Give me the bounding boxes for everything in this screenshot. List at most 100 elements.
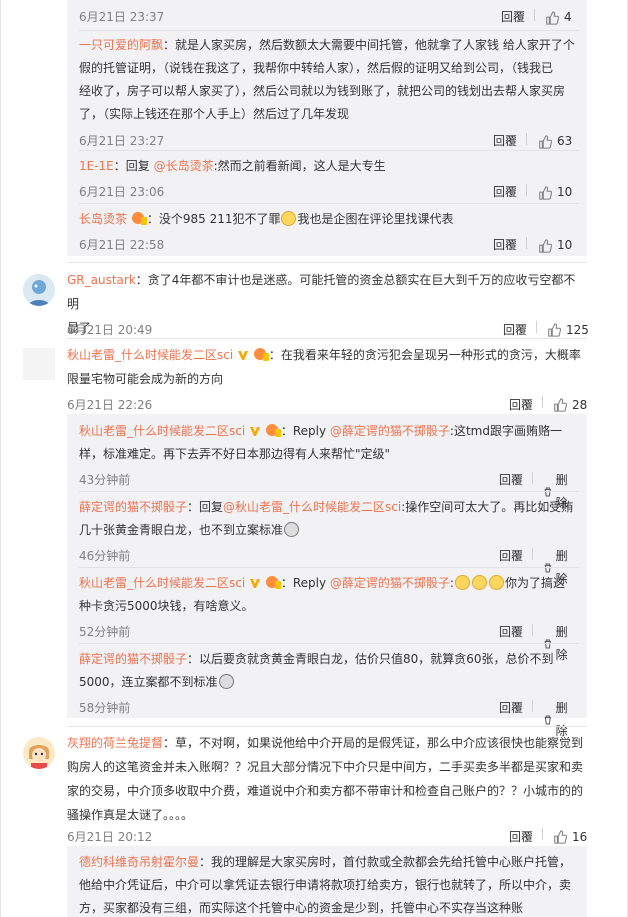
divider [79, 150, 579, 151]
like-count: 10 [557, 185, 573, 199]
mention-link[interactable]: @秋山老雷_什么时候能发二区sci [223, 500, 401, 514]
user-name[interactable]: 秋山老雷_什么时候能发二区sci [79, 424, 245, 438]
comment-list: 6月21日 23:37 回覆 4 一只可爱的阿飘：就是人家买房，然后数额太大需要… [0, 0, 628, 917]
sub-comment: 薛定谔的猫不掷骰子：回复@秋山老雷_什么时候能发二区sci:操作空间可太大了。再… [79, 496, 579, 586]
comment-text: ：在我看来年轻的贪污犯会呈现另一种形式的贪污，大概率 [268, 348, 581, 362]
comment-text: 5000，连立案都不到标准 [79, 675, 218, 689]
comment-text: 种卡贪污5000块钱，有啥意义。 [79, 599, 254, 613]
divider [79, 643, 579, 644]
divider [67, 262, 587, 263]
thumbs-up-icon [554, 398, 567, 412]
like-count: 10 [557, 238, 573, 252]
comment-time: 6月21日 23:37 [79, 10, 165, 24]
reply-prefix: ：Reply [280, 576, 330, 590]
divider [67, 338, 587, 339]
like-button[interactable]: 10 [538, 181, 572, 204]
comment-text: 骚操作真是太谜了。。。。 [67, 808, 194, 822]
sub-comment: 长岛烫茶 ：没个985 211犯不了罪 我也是企图在评论里找课代表 6月21日 2… [79, 208, 579, 253]
emoji-icon [471, 575, 487, 590]
comment-text: ：就是人家买房，然后数额太大需要中间托管，他就拿了人家钱 给人家开了个 [163, 38, 575, 52]
comment-time: 43分钟前 [79, 473, 131, 487]
divider [79, 491, 579, 492]
vip-icon [238, 351, 249, 360]
comment-time: 6月21日 22:58 [79, 238, 165, 252]
sub-comment: 薛定谔的猫不掷骰子：以后要贪就贪黄金青眼白龙，估价只值80，就算贪60张，总价不… [79, 648, 579, 738]
thumbs-up-icon [548, 323, 561, 337]
divider [526, 133, 527, 145]
like-button[interactable]: 4 [545, 6, 572, 29]
crying-emoji-icon [284, 522, 300, 537]
sub-comment: 一只可爱的阿飘：就是人家买房，然后数额太大需要中间托管，他就拿了人家钱 给人家开… [79, 34, 579, 149]
thumbs-up-icon [539, 238, 552, 253]
user-name[interactable]: 长岛烫茶 [79, 212, 127, 226]
crying-emoji-icon [218, 674, 234, 689]
comment-time: 46分钟前 [79, 549, 131, 563]
reply-link[interactable]: 回覆 [493, 181, 517, 204]
comment-time: 6月21日 23:06 [79, 185, 165, 199]
thumbs-up-icon [539, 185, 552, 200]
reply-link[interactable]: 回覆 [493, 234, 517, 257]
comment-text: 限量宅物可能会成为新的方向 [67, 372, 224, 386]
comment-text: 样，标准难定。再下去弄不好日本那边得有人来帮忙"定级" [79, 447, 391, 461]
divider [532, 700, 533, 712]
emoji-icon [488, 575, 504, 590]
comment-text: :操作空间可太大了。再比如受贿 [401, 500, 574, 514]
emoji-icon [281, 211, 297, 226]
avatar[interactable] [23, 274, 55, 306]
divider [526, 237, 527, 249]
avatar[interactable] [23, 737, 55, 769]
trash-icon [544, 715, 552, 725]
comment-text: :这tmd跟字画贿赂一 [449, 424, 562, 438]
user-name[interactable]: 一只可爱的阿飘 [79, 38, 163, 52]
comment-text: 了，（实际上钱还在那个人手上）然后过了几年发现 [79, 107, 350, 121]
user-name[interactable]: 秋山老雷_什么时候能发二区sci [79, 576, 245, 590]
avatar-image [23, 737, 55, 769]
like-button[interactable]: 10 [538, 234, 572, 257]
divider [526, 184, 527, 196]
comment-text: 几十张黄金青眼白龙，也不到立案标准 [79, 523, 284, 537]
user-name[interactable]: 灰翔的荷兰兔提督 [67, 736, 163, 750]
user-name[interactable]: 秋山老雷_什么时候能发二区sci [67, 348, 233, 362]
comment-text: 购房人的这笔资金并未入账啊？？况且大部分情况下中介只是中间方，二手买卖多半都是买… [67, 760, 584, 774]
divider [532, 624, 533, 636]
comment-text: 你为了搞这 [504, 576, 565, 590]
divider [542, 828, 543, 840]
divider [536, 321, 537, 333]
comment-text: ：贪了4年都不审计也是迷惑。可能托管的资金总额实在巨大到千万的应收亏空都不明 [67, 273, 576, 311]
user-name[interactable]: 1E-1E [79, 159, 114, 173]
divider [79, 30, 579, 31]
divider [542, 396, 543, 408]
comment-text: ：以后要贪就贪黄金青眼白龙，估价只值80，就算贪60张，总价不到 [187, 652, 554, 666]
user-name[interactable]: 德约科维奇吊射霍尔曼 [79, 855, 199, 869]
avatar[interactable] [23, 348, 55, 380]
reply-link[interactable]: 回覆 [499, 469, 523, 492]
comment: GR_austark：贪了4年都不审计也是迷惑。可能托管的资金总额实在巨大到千万… [67, 268, 589, 340]
reply-prefix: ：回复 [187, 500, 224, 514]
reply-link[interactable]: 回覆 [499, 697, 523, 720]
comment-time: 58分钟前 [79, 701, 131, 715]
fan-badge-icon [265, 424, 281, 437]
divider [67, 726, 587, 727]
reply-link[interactable]: 回覆 [499, 621, 523, 644]
divider [79, 203, 579, 204]
comment-text: 经收了，房子可以帮人家买了），然后公司就以为钱到账了，就把公司的钱划出去帮人家买… [79, 84, 566, 98]
comment: 秋山老雷_什么时候能发二区sci ：在我看来年轻的贪污犯会呈现另一种形式的贪污，… [67, 343, 587, 412]
reply-link[interactable]: 回覆 [499, 545, 523, 568]
comment-text: :然而之前看新闻，这人是大专生 [213, 159, 386, 173]
reply-link[interactable]: 回覆 [501, 6, 525, 29]
emoji-icon [454, 575, 470, 590]
comment-text: 我也是企图在评论里找课代表 [297, 212, 454, 226]
thumbs-up-icon [539, 134, 552, 149]
reply-prefix: ：回复 [113, 159, 154, 173]
user-name[interactable]: 薛定谔的猫不掷骰子 [79, 652, 187, 666]
user-name[interactable]: 薛定谔的猫不掷骰子 [79, 500, 187, 514]
fan-badge-icon [131, 212, 147, 225]
divider [79, 567, 579, 568]
sub-comment: 德约科维奇吊射霍尔曼：我的理解是大家买房时，首付款或全款都会先给托管中心账户托管… [79, 851, 579, 917]
mention-link[interactable]: @薛定谔的猫不掷骰子 [330, 576, 450, 590]
mention-link[interactable]: @长岛烫茶 [154, 159, 214, 173]
sub-comment: 1E-1E：回复 @长岛烫茶:然而之前看新闻，这人是大专生 6月21日 23:0… [79, 155, 579, 200]
reply-prefix: ：Reply [280, 424, 330, 438]
user-name[interactable]: GR_austark [67, 273, 136, 287]
mention-link[interactable]: @薛定谔的猫不掷骰子 [330, 424, 450, 438]
